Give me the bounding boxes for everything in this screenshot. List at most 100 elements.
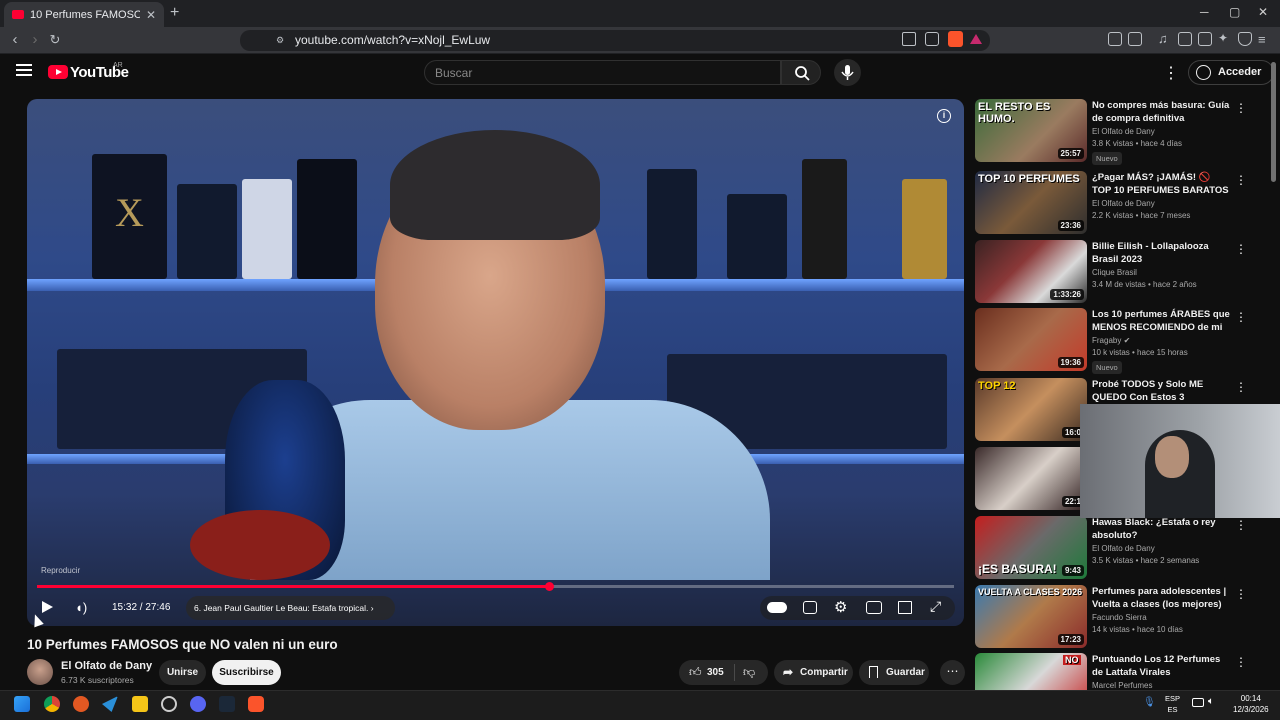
video-thumbnail[interactable]: 22:1 [975, 447, 1087, 510]
video-title[interactable]: ¿Pagar MÁS? ¡JAMÁS! 🚫 TOP 10 PERFUMES BA… [1092, 171, 1232, 197]
theater-mode-icon[interactable] [866, 601, 882, 614]
voice-search-button[interactable] [834, 59, 861, 86]
new-tab-button[interactable]: + [170, 4, 179, 22]
like-icon[interactable]: 👍︎ [689, 665, 702, 680]
channel-name[interactable]: El Olfato de Dany [1092, 544, 1232, 553]
sidebar-toggle-icon[interactable] [1178, 32, 1192, 46]
system-clock[interactable]: 00:14 12/3/2026 [1233, 693, 1269, 715]
reload-icon[interactable]: ↻ [47, 32, 63, 48]
brave-shields-icon[interactable] [948, 31, 963, 47]
channel-name[interactable]: El Olfato de Dany [61, 660, 152, 672]
video-thumbnail[interactable]: VUELTA A CLASES 2026 17:23 [975, 585, 1087, 648]
video-thumbnail[interactable]: TOP 12 16:0 [975, 378, 1087, 441]
leo-ai-icon[interactable]: ✦ [1218, 31, 1232, 45]
chrome-icon[interactable] [44, 696, 60, 712]
more-actions-icon[interactable]: ⋯ [940, 660, 965, 685]
tab-search-icon[interactable] [1198, 32, 1212, 46]
video-thumbnail[interactable]: EL RESTO ES HUMO. 25:57 [975, 99, 1087, 162]
hamburger-menu-icon[interactable] [16, 64, 32, 76]
settings-gear-icon[interactable]: ⚙ [834, 598, 847, 616]
join-button[interactable]: Unirse [159, 660, 206, 685]
dislike-icon[interactable]: 👎︎ [743, 665, 755, 680]
video-title[interactable]: Probé TODOS y Solo ME QUEDO Con Estos 3 [1092, 378, 1232, 404]
recommended-video[interactable]: 1:33:26 Billie Eilish - Lollapalooza Bra… [975, 240, 1265, 304]
more-options-icon[interactable]: ⋮ [1235, 587, 1247, 601]
minimize-button[interactable]: ─ [1200, 5, 1209, 19]
maximize-button[interactable]: ▢ [1229, 5, 1240, 19]
more-options-icon[interactable]: ⋮ [1235, 242, 1247, 256]
sign-in-button[interactable]: Acceder [1188, 60, 1274, 85]
video-title[interactable]: Puntuando Los 12 Perfumes de Lattafa Vir… [1092, 653, 1232, 679]
page-scrollbar[interactable] [1271, 62, 1276, 182]
speaker-icon[interactable]: 🔈︎ [1208, 696, 1214, 707]
video-title[interactable]: No compres más basura: Guía de compra de… [1092, 99, 1232, 125]
share-button[interactable]: ➦ Compartir [774, 660, 853, 685]
autoplay-toggle[interactable] [767, 602, 787, 613]
file-explorer-icon[interactable] [132, 696, 148, 712]
youtube-logo-icon[interactable] [48, 65, 68, 79]
recommended-video[interactable]: TOP 10 PERFUMES 23:36 ¿Pagar MÁS? ¡JAMÁS… [975, 171, 1265, 235]
language-indicator[interactable]: ESP ES [1165, 693, 1180, 715]
progress-bar[interactable] [37, 585, 954, 588]
menu-icon[interactable]: ≡ [1258, 32, 1266, 47]
recommended-video[interactable]: 19:36 Los 10 perfumes ÁRABES que MENOS R… [975, 308, 1265, 374]
close-window-button[interactable]: ✕ [1258, 5, 1268, 19]
steam-icon[interactable] [219, 696, 235, 712]
discord-icon[interactable] [190, 696, 206, 712]
subtitles-icon[interactable] [803, 601, 817, 614]
info-icon[interactable]: i [937, 109, 951, 123]
video-thumbnail[interactable]: NO [975, 653, 1087, 690]
wallet-icon[interactable] [1128, 32, 1142, 46]
vpn-shield-icon[interactable] [1238, 32, 1252, 46]
brave-icon[interactable] [248, 696, 264, 712]
more-options-icon[interactable]: ⋮ [1235, 380, 1247, 394]
settings-kebab-icon[interactable]: ⋮ [1163, 63, 1179, 83]
channel-name[interactable]: Facundo Sierra [1092, 613, 1232, 622]
forward-icon[interactable]: › [27, 31, 43, 48]
volume-icon[interactable]: ◖) [75, 600, 87, 615]
channel-name[interactable]: Marcel Perfumes [1092, 681, 1232, 690]
channel-name[interactable]: Clique Brasil [1092, 268, 1232, 277]
install-app-icon[interactable] [902, 32, 916, 46]
video-thumbnail[interactable]: 1:33:26 [975, 240, 1087, 303]
close-tab-icon[interactable]: ✕ [146, 8, 156, 22]
url-text[interactable]: youtube.com/watch?v=xNojl_EwLuw [295, 33, 490, 47]
video-title[interactable]: Billie Eilish - Lollapalooza Brasil 2023 [1092, 240, 1232, 266]
channel-avatar[interactable] [27, 659, 53, 685]
brave-rewards-icon[interactable] [970, 34, 982, 44]
more-options-icon[interactable]: ⋮ [1235, 173, 1247, 187]
app-icon[interactable] [73, 696, 89, 712]
more-options-icon[interactable]: ⋮ [1235, 101, 1247, 115]
video-title[interactable]: Hawas Black: ¿Estafa o rey absoluto? [1092, 516, 1232, 542]
recommended-video[interactable]: ¡ES BASURA! 9:43 Hawas Black: ¿Estafa o … [975, 516, 1265, 580]
channel-name[interactable]: El Olfato de Dany [1092, 127, 1232, 136]
video-thumbnail[interactable]: 19:36 [975, 308, 1087, 371]
search-button[interactable] [781, 60, 821, 85]
more-options-icon[interactable]: ⋮ [1235, 310, 1247, 324]
video-thumbnail[interactable]: TOP 10 PERFUMES 23:36 [975, 171, 1087, 234]
recommended-video[interactable]: NO Puntuando Los 12 Perfumes de Lattafa … [975, 653, 1265, 690]
channel-name[interactable]: El Olfato de Dany [1092, 199, 1232, 208]
video-thumbnail[interactable]: ¡ES BASURA! 9:43 [975, 516, 1087, 579]
chapter-button[interactable]: 6. Jean Paul Gaultier Le Beau: Estafa tr… [186, 596, 395, 620]
more-options-icon[interactable]: ⋮ [1235, 518, 1247, 532]
recommended-video[interactable]: VUELTA A CLASES 2026 17:23 Perfumes para… [975, 585, 1265, 649]
site-info-icon[interactable]: ⚙ [276, 35, 284, 46]
channel-name[interactable]: Fragaby ✔ [1092, 336, 1232, 345]
video-title[interactable]: Los 10 perfumes ÁRABES que MENOS RECOMIE… [1092, 308, 1232, 334]
more-options-icon[interactable]: ⋮ [1235, 655, 1247, 669]
save-button[interactable]: Guardar [859, 660, 929, 685]
video-title[interactable]: Perfumes para adolescentes | Vuelta a cl… [1092, 585, 1232, 611]
fullscreen-icon[interactable]: ⤢ [930, 598, 941, 615]
search-input[interactable]: Buscar [424, 60, 781, 85]
back-icon[interactable]: ‹ [7, 31, 23, 48]
scrubber-handle[interactable] [545, 582, 554, 591]
browser-tab[interactable]: 10 Perfumes FAMOSOS que NO ✕ [4, 2, 164, 27]
like-count[interactable]: 305 [707, 667, 724, 678]
media-icon[interactable]: ♫ [1158, 31, 1172, 46]
subscribe-button[interactable]: Suscribirse [212, 660, 281, 685]
obs-icon[interactable] [161, 696, 177, 712]
network-icon[interactable] [1192, 698, 1204, 707]
cast-icon[interactable] [898, 601, 912, 614]
recommended-video[interactable]: EL RESTO ES HUMO. 25:57 No compres más b… [975, 99, 1265, 165]
